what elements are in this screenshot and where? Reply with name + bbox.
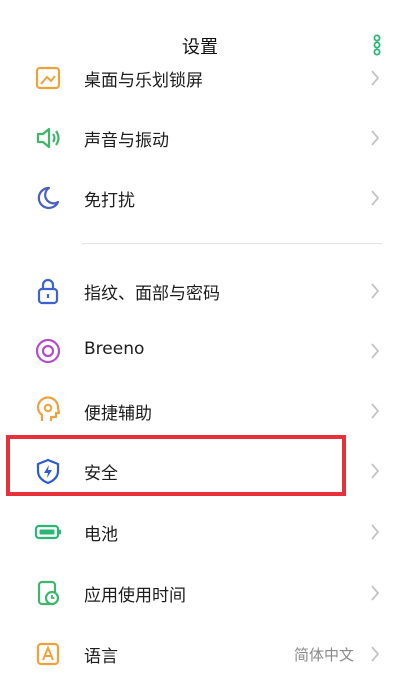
app-time-icon — [32, 577, 64, 609]
chevron-right-icon — [371, 463, 380, 479]
settings-item-convenience[interactable]: 便捷辅助 — [0, 381, 400, 441]
settings-item-label: 声音与振动 — [84, 131, 169, 151]
moon-icon — [32, 182, 64, 214]
settings-item-sound[interactable]: 声音与振动 — [0, 108, 400, 168]
chevron-right-icon — [371, 130, 380, 146]
settings-item-label: 便捷辅助 — [84, 404, 152, 424]
highlight-box — [6, 435, 346, 496]
chevron-right-icon — [371, 70, 380, 86]
settings-item-label: 指纹、面部与密码 — [84, 284, 220, 304]
settings-item-battery[interactable]: 电池 — [0, 502, 400, 562]
settings-item-wallpaper[interactable]: 桌面与乐划锁屏 — [0, 48, 400, 108]
settings-item-label: 电池 — [84, 525, 118, 545]
language-icon — [32, 638, 64, 670]
assist-icon — [32, 395, 64, 427]
settings-item-app-usage-time[interactable]: 应用使用时间 — [0, 563, 400, 623]
settings-item-biometrics[interactable]: 指纹、面部与密码 — [0, 261, 400, 321]
settings-item-do-not-disturb[interactable]: 免打扰 — [0, 168, 400, 228]
chevron-right-icon — [371, 190, 380, 206]
settings-item-label: Breeno — [84, 339, 145, 359]
chevron-right-icon — [371, 646, 380, 662]
lock-icon — [32, 275, 64, 307]
settings-item-label: 语言 — [84, 647, 118, 667]
wallpaper-icon — [32, 62, 64, 94]
chevron-right-icon — [371, 343, 380, 359]
chevron-right-icon — [371, 524, 380, 540]
settings-item-label: 应用使用时间 — [84, 586, 186, 606]
settings-item-breeno[interactable]: Breeno — [0, 321, 400, 381]
chevron-right-icon — [371, 585, 380, 601]
breeno-icon — [32, 335, 64, 367]
chevron-right-icon — [371, 403, 380, 419]
chevron-right-icon — [371, 283, 380, 299]
section-divider — [82, 243, 382, 244]
settings-item-language[interactable]: 语言 简体中文 — [0, 624, 400, 684]
settings-item-label: 桌面与乐划锁屏 — [84, 71, 203, 91]
speaker-icon — [32, 122, 64, 154]
battery-icon — [32, 516, 64, 548]
settings-item-label: 免打扰 — [84, 191, 135, 211]
